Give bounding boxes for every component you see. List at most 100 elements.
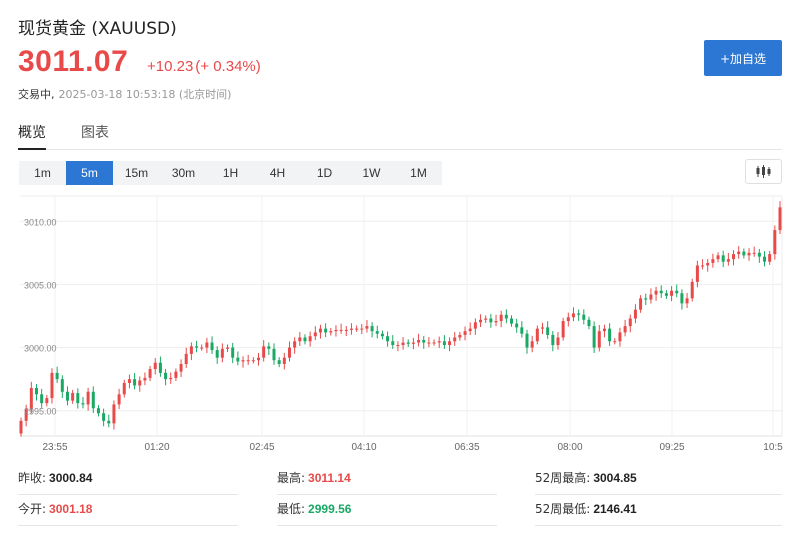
candle bbox=[298, 332, 302, 346]
current-price: 3011.07 bbox=[18, 45, 129, 78]
candle bbox=[752, 246, 756, 257]
candle bbox=[257, 353, 261, 366]
candle bbox=[313, 326, 317, 341]
candle bbox=[365, 319, 369, 333]
candle bbox=[334, 325, 338, 337]
candle bbox=[494, 314, 498, 327]
candle bbox=[40, 388, 44, 408]
candle bbox=[690, 278, 694, 302]
candle bbox=[19, 417, 23, 437]
candle bbox=[34, 384, 38, 401]
candle bbox=[267, 342, 271, 356]
candle bbox=[577, 309, 581, 321]
candle bbox=[664, 290, 668, 299]
candle bbox=[778, 201, 782, 235]
period-selector: 1m 5m 15m 30m 1H 4H 1D 1W 1M bbox=[19, 161, 442, 185]
candle bbox=[768, 250, 772, 265]
candle bbox=[148, 365, 152, 382]
candle bbox=[525, 329, 529, 354]
candle bbox=[251, 357, 255, 364]
candle bbox=[169, 372, 173, 384]
candle bbox=[386, 331, 390, 347]
period-1h[interactable]: 1H bbox=[207, 161, 254, 185]
candle bbox=[287, 341, 291, 362]
period-1m[interactable]: 1m bbox=[19, 161, 66, 185]
candle bbox=[504, 309, 508, 324]
candle bbox=[153, 358, 157, 375]
candle bbox=[566, 312, 570, 327]
stats-panel: 昨收: 3000.84 最高: 3011.14 52周最高: 3004.85 今开: 3… bbox=[18, 464, 782, 526]
candle bbox=[649, 288, 653, 304]
tab-overview[interactable]: 概览 bbox=[18, 122, 46, 150]
period-5m[interactable]: 5m bbox=[66, 161, 113, 185]
candlestick-icon bbox=[756, 165, 771, 178]
candle bbox=[644, 293, 648, 306]
candle bbox=[272, 343, 276, 365]
candle bbox=[210, 336, 214, 355]
candle bbox=[489, 313, 493, 328]
period-1d[interactable]: 1D bbox=[301, 161, 348, 185]
candle bbox=[453, 332, 457, 346]
x-tick-label: 01:20 bbox=[144, 442, 169, 453]
candle bbox=[757, 248, 761, 263]
candle bbox=[726, 252, 730, 266]
candle bbox=[391, 335, 395, 349]
candle bbox=[318, 324, 322, 339]
status-label: 交易中, bbox=[18, 88, 55, 101]
chart-type-button[interactable] bbox=[745, 159, 782, 184]
candle bbox=[721, 250, 725, 268]
candle bbox=[344, 325, 348, 337]
candle bbox=[763, 251, 767, 267]
candle bbox=[458, 331, 462, 341]
candle bbox=[76, 388, 80, 409]
tab-bar: 概览 图表 bbox=[18, 122, 782, 150]
candle bbox=[355, 325, 359, 332]
period-15m[interactable]: 15m bbox=[113, 161, 160, 185]
candle bbox=[370, 322, 374, 338]
candle bbox=[437, 336, 441, 348]
candle bbox=[277, 357, 281, 368]
candle bbox=[618, 327, 622, 347]
stat-low: 最低: 2999.56 bbox=[277, 495, 497, 526]
candle bbox=[324, 323, 328, 338]
candle bbox=[102, 408, 106, 427]
tab-chart[interactable]: 图表 bbox=[81, 122, 109, 150]
stat-52w-low: 52周最低: 2146.41 bbox=[535, 495, 782, 526]
candle bbox=[133, 372, 137, 390]
stat-high: 最高: 3011.14 bbox=[277, 464, 497, 495]
candle bbox=[711, 253, 715, 268]
period-1mo[interactable]: 1M bbox=[395, 161, 442, 185]
candle bbox=[417, 333, 421, 347]
candle bbox=[706, 259, 710, 272]
chart-x-axis: 23:55 01:20 02:45 04:10 06:35 08:00 09:25 10:5 bbox=[42, 442, 783, 453]
candle bbox=[112, 400, 116, 430]
change-value: +10.23 bbox=[147, 58, 194, 75]
candle bbox=[164, 368, 168, 386]
candle bbox=[220, 343, 224, 363]
timestamp: 2025-03-18 10:53:18 (北京时间) bbox=[58, 88, 232, 101]
candle bbox=[107, 414, 111, 428]
candle bbox=[701, 259, 705, 270]
candle bbox=[189, 342, 193, 361]
candle bbox=[226, 344, 230, 352]
candle bbox=[602, 324, 606, 338]
y-tick-label: 3010.00 bbox=[24, 217, 57, 227]
candle bbox=[349, 323, 353, 335]
candle bbox=[473, 318, 477, 335]
candle bbox=[205, 337, 209, 354]
period-30m[interactable]: 30m bbox=[160, 161, 207, 185]
period-1w[interactable]: 1W bbox=[348, 161, 395, 185]
candle bbox=[732, 250, 736, 266]
candle bbox=[685, 292, 689, 309]
candle bbox=[463, 326, 467, 341]
candle bbox=[231, 342, 235, 364]
candle bbox=[375, 325, 379, 339]
candle bbox=[65, 386, 69, 406]
candle bbox=[86, 387, 90, 411]
candle bbox=[484, 315, 488, 323]
candle bbox=[308, 331, 312, 347]
x-tick-label: 10:5 bbox=[763, 442, 783, 453]
candle bbox=[427, 337, 431, 348]
add-watchlist-button[interactable]: +加自选 bbox=[704, 40, 782, 76]
period-4h[interactable]: 4H bbox=[254, 161, 301, 185]
